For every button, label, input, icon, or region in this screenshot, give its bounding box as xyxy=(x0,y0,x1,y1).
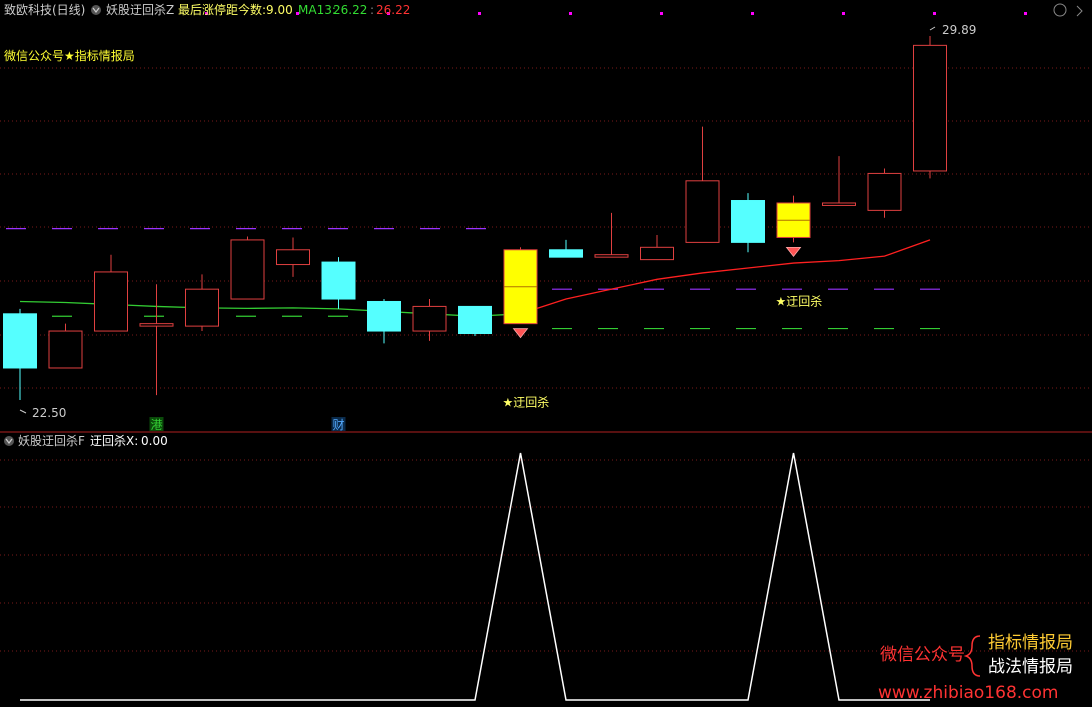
candle-body xyxy=(412,305,447,332)
brand-url: www.zhibiao168.com xyxy=(878,683,1058,703)
brace-icon xyxy=(963,635,981,677)
high-arrow-icon xyxy=(929,26,936,31)
days-label: 最后涨停距今数: xyxy=(178,2,266,17)
candle-body xyxy=(640,246,674,261)
settings-icon[interactable] xyxy=(1053,3,1067,17)
brand-watermark: 微信公众号 指标情报局 战法情报局 www.zhibiao168.com xyxy=(878,633,1073,703)
top-dot-marker xyxy=(478,12,481,15)
candle-body xyxy=(731,200,765,243)
lower-value-label: 迂回杀X: xyxy=(90,433,138,448)
lower-value: 0.00 xyxy=(141,434,168,448)
dropdown-icon[interactable] xyxy=(4,436,14,446)
top-dot-marker xyxy=(933,12,936,15)
yhsx-line xyxy=(20,452,930,701)
lower-indicator-name: 妖股迂回杀F xyxy=(18,433,85,448)
candle-body xyxy=(139,323,174,327)
signal-label: ★迂回杀 xyxy=(503,394,550,409)
indicator-name: 妖股迂回杀Z xyxy=(106,2,174,17)
top-dot-marker xyxy=(842,12,845,15)
dropdown-icon[interactable] xyxy=(91,5,101,15)
stock-chart: 29.89 22.50 港 财 ★迂回杀 ★迂回杀 致欧科技(日线) 妖股迂回杀Z 最后涨… xyxy=(0,2,1092,703)
brand-left: 微信公众号 xyxy=(880,645,965,665)
candle-body xyxy=(913,44,947,172)
extra-value: 26.22 xyxy=(376,3,410,17)
ma-value: 26.22 xyxy=(333,3,367,17)
candle-body xyxy=(822,202,856,206)
marker-label: 财 xyxy=(333,418,345,432)
watermark-top: 微信公众号★指标情报局 xyxy=(4,48,135,63)
brand-right-bottom: 战法情报局 xyxy=(988,657,1073,677)
candle-body xyxy=(367,300,401,332)
days-value: 9.00 xyxy=(266,3,293,17)
ma-label: MA13: xyxy=(298,3,336,17)
candle-body xyxy=(594,254,629,258)
candle-body xyxy=(458,305,492,335)
lower-indicator-layer xyxy=(20,452,930,701)
candle-body xyxy=(48,330,83,369)
candle-body xyxy=(185,288,219,327)
candle-body xyxy=(867,172,902,211)
gem-icon xyxy=(512,328,529,339)
upper-header: 致欧科技(日线) 妖股迂回杀Z 最后涨停距今数: 9.00 MA13: 26.2… xyxy=(4,2,1083,17)
candle-body xyxy=(3,313,37,369)
brand-right-top: 指标情报局 xyxy=(988,633,1073,653)
stock-name: 致欧科技(日线) xyxy=(4,3,85,17)
top-dot-marker xyxy=(569,12,572,15)
candle-body xyxy=(549,249,583,258)
price-low-label: 22.50 xyxy=(32,406,66,420)
candle-body xyxy=(321,261,356,300)
signal-label: ★迂回杀 xyxy=(776,293,823,308)
candle-body xyxy=(94,271,128,332)
price-high-label: 29.89 xyxy=(942,23,976,37)
lower-header: 妖股迂回杀F 迂回杀X: 0.00 xyxy=(4,433,168,448)
top-dot-marker xyxy=(1024,12,1027,15)
candle-body xyxy=(230,239,265,300)
gem-icon xyxy=(785,246,802,258)
low-arrow-icon xyxy=(19,409,27,414)
candle-body xyxy=(685,180,720,243)
top-dot-marker xyxy=(751,12,754,15)
candles-layer xyxy=(3,36,947,400)
chevron-right-icon[interactable] xyxy=(1076,5,1083,17)
marker-label: 港 xyxy=(151,418,163,432)
candle-body xyxy=(276,249,310,266)
separator-colon: : xyxy=(370,3,374,17)
top-dot-marker xyxy=(660,12,663,15)
